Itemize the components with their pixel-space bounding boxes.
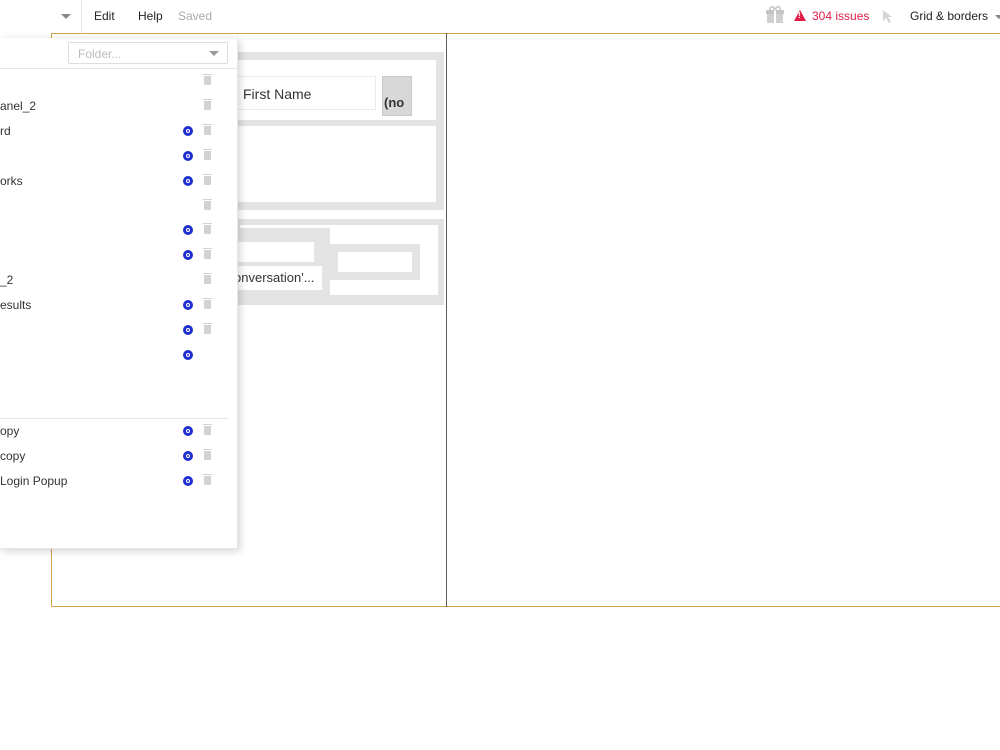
cursor-icon[interactable] xyxy=(880,8,896,24)
chevron-down-icon[interactable] xyxy=(995,15,1000,19)
trash-icon[interactable] xyxy=(203,424,212,435)
column-divider xyxy=(446,33,447,607)
first-name-placeholder: First Name xyxy=(243,86,312,102)
link-icon[interactable] xyxy=(183,176,193,186)
tree-row[interactable]: rd xyxy=(0,121,237,141)
dynamic-text: (no xyxy=(384,95,405,110)
folder-placeholder: Folder... xyxy=(78,47,122,61)
link-icon[interactable] xyxy=(183,225,193,235)
tree-row[interactable] xyxy=(0,196,237,216)
tree-row[interactable]: _2 xyxy=(0,270,237,290)
issues-link[interactable]: 304 issues xyxy=(812,9,869,23)
link-icon[interactable] xyxy=(183,151,193,161)
tree-row[interactable] xyxy=(0,245,237,265)
tree-row-label: rd xyxy=(0,124,11,138)
tree-row[interactable]: Login Popup xyxy=(0,471,237,491)
tree-row[interactable]: orks xyxy=(0,171,237,191)
tree-row[interactable] xyxy=(0,71,237,91)
top-toolbar: Edit Help Saved 304 issues Grid & border… xyxy=(0,0,1000,33)
folder-select[interactable]: Folder... xyxy=(68,42,228,64)
tree-row-label: anel_2 xyxy=(0,99,37,113)
trash-icon[interactable] xyxy=(203,124,212,135)
tree-row-label: orks xyxy=(0,174,23,188)
link-icon[interactable] xyxy=(183,476,193,486)
trash-icon[interactable] xyxy=(203,298,212,309)
link-icon[interactable] xyxy=(183,250,193,260)
trash-icon[interactable] xyxy=(203,248,212,259)
warning-icon[interactable] xyxy=(794,10,806,21)
tree-row-label: _2 xyxy=(0,273,14,287)
link-icon[interactable] xyxy=(183,350,193,360)
trash-icon[interactable] xyxy=(203,74,212,85)
chevron-down-icon[interactable] xyxy=(58,9,74,23)
tree-row[interactable] xyxy=(0,220,237,240)
link-icon[interactable] xyxy=(183,325,193,335)
divider xyxy=(0,68,237,69)
gift-icon[interactable] xyxy=(765,6,785,24)
divider xyxy=(0,418,229,419)
toolbar-divider xyxy=(81,0,82,33)
trash-icon[interactable] xyxy=(203,99,212,110)
tree-row-label: opy xyxy=(0,424,20,438)
link-icon[interactable] xyxy=(183,126,193,136)
dynamic-text-box[interactable]: (no xyxy=(382,76,412,116)
chevron-down-icon xyxy=(209,51,219,56)
trash-icon[interactable] xyxy=(203,174,212,185)
trash-icon[interactable] xyxy=(203,323,212,334)
trash-icon[interactable] xyxy=(203,273,212,284)
text-element[interactable] xyxy=(236,242,314,262)
trash-icon[interactable] xyxy=(203,149,212,160)
group-row xyxy=(236,126,436,202)
tree-row[interactable]: opy xyxy=(0,421,237,441)
tree-row[interactable] xyxy=(0,345,237,365)
menu-edit[interactable]: Edit xyxy=(94,9,115,23)
save-status: Saved xyxy=(178,9,213,23)
tree-row[interactable] xyxy=(0,320,237,340)
grid-borders-toggle[interactable]: Grid & borders xyxy=(910,9,988,23)
trash-icon[interactable] xyxy=(203,474,212,485)
tree-row-label: Login Popup xyxy=(0,474,68,488)
tree-row[interactable]: copy xyxy=(0,446,237,466)
first-name-input[interactable]: First Name xyxy=(236,76,376,110)
menu-help[interactable]: Help xyxy=(138,9,163,23)
conversation-text: onversation'... xyxy=(234,270,315,285)
trash-icon[interactable] xyxy=(203,223,212,234)
tree-row-label: copy xyxy=(0,449,26,463)
link-icon[interactable] xyxy=(183,426,193,436)
link-icon[interactable] xyxy=(183,300,193,310)
tree-row[interactable] xyxy=(0,146,237,166)
text-element[interactable] xyxy=(338,252,412,272)
tree-row-label: esults xyxy=(0,298,32,312)
tree-row[interactable]: anel_2 xyxy=(0,96,237,116)
text-element[interactable]: onversation'... xyxy=(234,266,322,290)
link-icon[interactable] xyxy=(183,451,193,461)
trash-icon[interactable] xyxy=(203,449,212,460)
trash-icon[interactable] xyxy=(203,199,212,210)
tree-row[interactable]: esults xyxy=(0,295,237,315)
elements-tree-panel: Folder... anel_2 rd orks _2 esults opy c… xyxy=(0,38,238,549)
